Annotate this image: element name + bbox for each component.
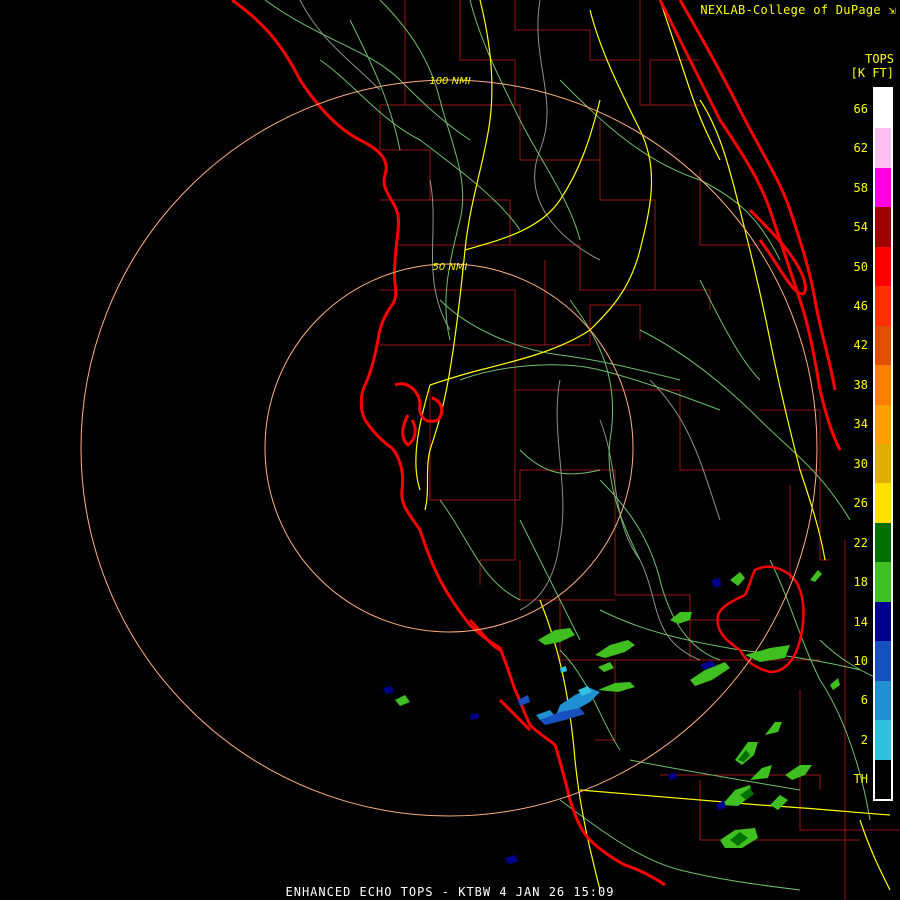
- range-ring-100nmi-label: 100 NMI: [429, 76, 470, 87]
- legend-swatch: [875, 128, 891, 169]
- credit-text: NEXLAB-College of DuPage: [700, 3, 881, 17]
- legend-tick-label: 2: [860, 732, 868, 747]
- legend-tick-label: 54: [853, 220, 868, 235]
- legend-swatch: [875, 680, 891, 721]
- legend-tick-label: 58: [853, 180, 868, 195]
- echo-tops-returns: [383, 570, 840, 864]
- legend-tick-label: 10: [853, 653, 868, 668]
- legend-tick-label: TH: [853, 772, 868, 787]
- legend-tick-label: 6: [860, 693, 868, 708]
- legend-swatch: [875, 167, 891, 208]
- legend-swatch: [875, 246, 891, 287]
- legend-tick-label: 38: [853, 377, 868, 392]
- legend-swatch: [875, 759, 891, 800]
- legend-swatch: [875, 720, 891, 761]
- legend-tick-label: 14: [853, 614, 868, 629]
- legend-swatch: [875, 641, 891, 682]
- range-ring-50nmi: [264, 263, 634, 633]
- county-boundaries: [379, 0, 900, 900]
- legend-swatch: [875, 601, 891, 642]
- legend-title-line2: [K FT]: [850, 66, 894, 80]
- legend-swatch: [875, 286, 891, 327]
- legend-swatch: [875, 207, 891, 248]
- legend-swatch: [875, 365, 891, 406]
- legend-tick-label: 66: [853, 101, 868, 116]
- legend-tick-label: 42: [853, 338, 868, 353]
- legend-swatch: [875, 562, 891, 603]
- legend-swatch: [875, 483, 891, 524]
- legend-swatch: [875, 325, 891, 366]
- legend-swatch: [875, 89, 891, 129]
- legend-tick-label: 62: [853, 141, 868, 156]
- legend-tick-label: 34: [853, 417, 868, 432]
- highways: [415, 0, 891, 891]
- legend-tick-label: 30: [853, 456, 868, 471]
- product-footer: ENHANCED ECHO TOPS - KTBW 4 JAN 26 15:09: [285, 885, 615, 899]
- credit-label: NEXLAB-College of DuPage ⇲: [700, 3, 896, 17]
- range-ring-50nmi-label: 50 NMI: [433, 262, 468, 273]
- range-rings: [80, 79, 818, 817]
- legend-tick-label: 26: [853, 496, 868, 511]
- radar-map: 100 NMI 50 NMI: [80, 0, 900, 900]
- legend-tick-label: 50: [853, 259, 868, 274]
- legend-swatch: [875, 404, 891, 445]
- legend-swatch: [875, 444, 891, 484]
- legend-swatch: [875, 522, 891, 563]
- legend-title: TOPS [K FT]: [851, 52, 894, 80]
- legend-tick-label: 46: [853, 298, 868, 313]
- cursor-arrow-icon: ⇲: [888, 3, 896, 17]
- roads: [264, 0, 881, 891]
- legend-title-line1: TOPS: [865, 52, 894, 66]
- legend-tick-label: 18: [853, 575, 868, 590]
- legend-color-bar: [873, 87, 893, 801]
- legend-tick-label: 22: [853, 535, 868, 550]
- range-ring-100nmi: [80, 79, 818, 817]
